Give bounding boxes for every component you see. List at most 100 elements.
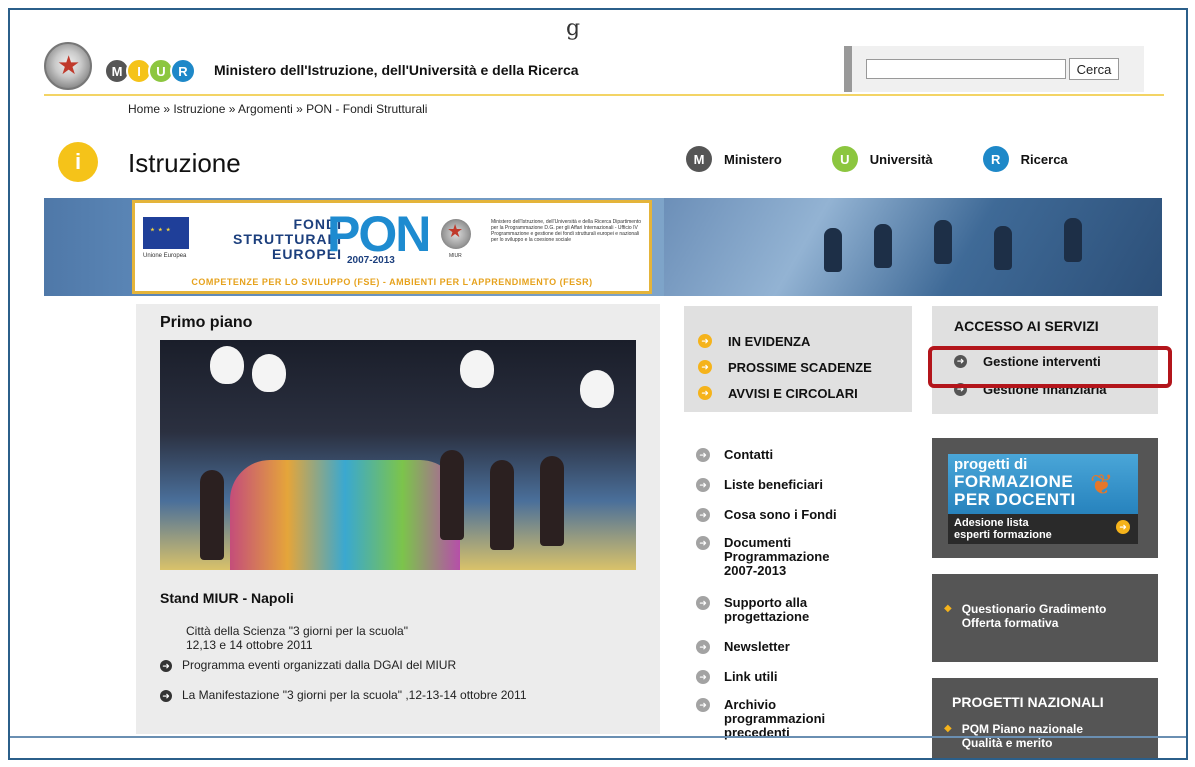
- ministero-icon: M: [686, 146, 712, 172]
- primo-link-programma[interactable]: ➜ Programma eventi organizzati dalla DGAI…: [160, 658, 456, 672]
- news-line-2: 12,13 e 14 ottobre 2011: [186, 638, 313, 652]
- lamp-shape: [210, 346, 244, 384]
- progetti-nazionali-panel: PROGETTI NAZIONALI ◆ PQM Piano nazionale…: [932, 678, 1158, 758]
- breadcrumb[interactable]: Home » Istruzione » Argomenti » PON - Fo…: [128, 102, 427, 116]
- child-silhouette: [874, 224, 892, 268]
- arrow-right-icon: ➜: [160, 659, 172, 672]
- arrow-right-icon: ➜: [698, 360, 712, 374]
- arrow-right-icon: ➜: [1116, 520, 1130, 534]
- link-liste-beneficiari[interactable]: ➜ Liste beneficiari: [696, 478, 823, 492]
- arrow-right-icon: ➜: [696, 536, 710, 550]
- link-utili[interactable]: ➜ Link utili: [696, 670, 777, 684]
- link-liste-beneficiari-label: Liste beneficiari: [724, 477, 823, 492]
- pon-years: 2007-2013: [347, 255, 395, 266]
- evidenza-panel: ➜ IN EVIDENZA ➜ PROSSIME SCADENZE ➜ AVVISI …: [684, 306, 912, 412]
- link-line: Archivio: [724, 697, 777, 712]
- link-cosa-sono-fondi-label: Cosa sono i Fondi: [724, 507, 837, 522]
- progetti-nazionali-title: PROGETTI NAZIONALI: [952, 694, 1104, 710]
- eu-flag-icon: [143, 217, 189, 249]
- bullet-icon: ◆: [944, 603, 952, 614]
- child-silhouette: [934, 220, 952, 264]
- services-title: ACCESSO AI SERVIZI: [954, 318, 1099, 334]
- search-input[interactable]: [866, 59, 1066, 79]
- miur-small-label: MIUR: [449, 253, 462, 259]
- primo-link-programma-label: Programma eventi organizzati dalla DGAI …: [182, 658, 457, 672]
- booth-shape: [230, 460, 460, 570]
- search-area: Cerca: [844, 46, 1144, 92]
- link-supporto-progettazione[interactable]: ➜ Supporto alla progettazione: [696, 596, 809, 624]
- banner-photo: [664, 198, 1162, 296]
- person-silhouette: [540, 456, 564, 546]
- link-line: programmazioni: [724, 711, 826, 726]
- nav-universita[interactable]: U Università: [831, 146, 933, 172]
- promo-sub-line-2: esperti formazione: [954, 529, 1052, 541]
- universita-icon: U: [831, 146, 858, 172]
- link-supporto-label: Supporto alla progettazione: [724, 596, 809, 624]
- link-line: Programmazione: [724, 549, 830, 564]
- link-cosa-sono-fondi[interactable]: ➜ Cosa sono i Fondi: [696, 508, 837, 522]
- person-silhouette: [440, 450, 464, 540]
- banner-strip: COMPETENZE PER LO SVILUPPO (FSE) - AMBIE…: [135, 273, 649, 291]
- link-documenti-programmazione[interactable]: ➜ Documenti Programmazione 2007-2013: [696, 536, 829, 578]
- link-archivio[interactable]: ➜ Archivio programmazioni precedenti: [696, 698, 825, 740]
- header-divider: [44, 94, 1164, 96]
- promo-line-2: FORMAZIONE: [954, 472, 1074, 491]
- fondi-strutturali-text: FONDI STRUTTURALI EUROPEI: [233, 217, 342, 262]
- search-button[interactable]: Cerca: [1069, 58, 1119, 80]
- eu-label: Unione Europea: [143, 253, 187, 259]
- section-nav: M Ministero U Università R Ricerca: [686, 146, 1118, 172]
- lamp-shape: [252, 354, 286, 392]
- news-line-1: Città della Scienza "3 giorni per la scu…: [186, 624, 408, 638]
- info-icon: i: [58, 142, 98, 182]
- ministry-title[interactable]: Ministero dell'Istruzione, dell'Universi…: [214, 62, 579, 78]
- italian-emblem-icon: [44, 42, 92, 90]
- primo-link-manifestazione-label: La Manifestazione "3 giorni per la scuol…: [182, 688, 527, 702]
- stand-photo[interactable]: [160, 340, 636, 570]
- arrow-right-icon: ➜: [696, 640, 710, 654]
- stand-title[interactable]: Stand MIUR - Napoli: [160, 590, 294, 606]
- promo-line-3: PER DOCENTI: [954, 490, 1076, 509]
- republic-emblem-icon: [441, 219, 471, 249]
- nav-ricerca-label: Ricerca: [1020, 151, 1068, 167]
- arrow-right-icon: ➜: [696, 670, 710, 684]
- child-silhouette: [824, 228, 842, 272]
- arrow-right-icon: ➜: [696, 698, 710, 712]
- browser-frame: g M I U R Ministero dell'Istruzione, del…: [8, 8, 1188, 760]
- link-line: Documenti: [724, 535, 792, 550]
- nav-ministero-label: Ministero: [724, 151, 782, 167]
- promo-formazione-banner[interactable]: ❦ progetti di FORMAZIONE PER DOCENTI Ade…: [948, 454, 1138, 544]
- pon-banner[interactable]: Unione Europea FONDI STRUTTURALI EUROPEI…: [44, 198, 1162, 296]
- link-utili-label: Link utili: [724, 669, 778, 684]
- arrow-right-icon: ➜: [698, 334, 712, 348]
- link-prossime-scadenze[interactable]: ➜ PROSSIME SCADENZE: [698, 354, 912, 380]
- person-silhouette: [200, 470, 224, 560]
- link-in-evidenza[interactable]: ➜ IN EVIDENZA: [698, 328, 912, 354]
- link-newsletter[interactable]: ➜ Newsletter: [696, 640, 790, 654]
- link-avvisi-circolari[interactable]: ➜ AVVISI E CIRCOLARI: [698, 380, 912, 406]
- arrow-right-icon: ➜: [696, 448, 710, 462]
- arrow-right-icon: ➜: [160, 689, 172, 702]
- miur-logo[interactable]: M I U R: [104, 58, 196, 84]
- pqm-line-2: Qualità e merito: [961, 736, 1053, 750]
- link-questionario[interactable]: ◆ Questionario Gradimento Offerta formati…: [944, 602, 1106, 630]
- link-documenti-label: Documenti Programmazione 2007-2013: [724, 536, 829, 578]
- link-contatti[interactable]: ➜ Contatti: [696, 448, 773, 462]
- site-header: M I U R Ministero dell'Istruzione, dell'…: [34, 38, 1164, 94]
- pon-logo-card: Unione Europea FONDI STRUTTURALI EUROPEI…: [132, 200, 652, 294]
- fondi-line-1: FONDI: [293, 216, 342, 232]
- primo-link-manifestazione[interactable]: ➜ La Manifestazione "3 giorni per la scuo…: [160, 688, 527, 702]
- link-in-evidenza-label: IN EVIDENZA: [728, 333, 811, 349]
- nav-ricerca[interactable]: R Ricerca: [982, 146, 1068, 172]
- quest-line-2: Offerta formativa: [961, 616, 1059, 630]
- link-archivio-label: Archivio programmazioni precedenti: [724, 698, 825, 740]
- nav-ministero[interactable]: M Ministero: [686, 146, 782, 172]
- primo-piano-panel: Primo piano Stand MIUR - Napoli Città de…: [136, 304, 660, 734]
- arrow-right-icon: ➜: [696, 596, 710, 610]
- link-line: Supporto alla: [724, 595, 808, 610]
- promo-formazione-panel: ❦ progetti di FORMAZIONE PER DOCENTI Ade…: [932, 438, 1158, 558]
- frame-bottom-rule: [10, 736, 1186, 738]
- link-newsletter-label: Newsletter: [724, 639, 790, 654]
- promo-sub-line-1: Adesione lista: [954, 517, 1029, 529]
- highlight-box: [928, 346, 1172, 388]
- logo-letter-r: R: [170, 58, 196, 84]
